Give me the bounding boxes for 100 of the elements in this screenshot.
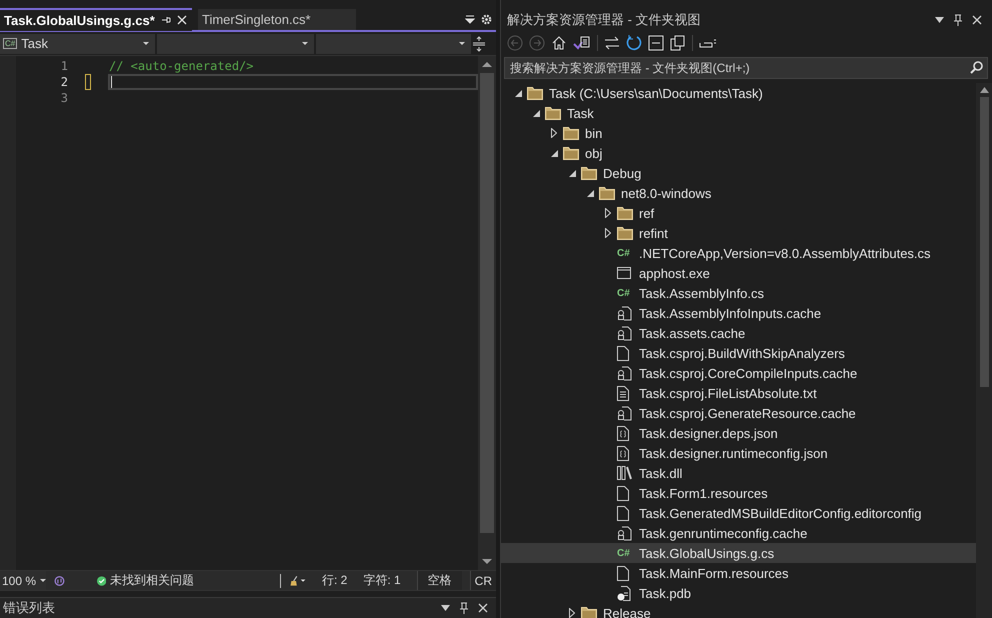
line-ending[interactable]: CR bbox=[470, 571, 496, 590]
issues-status[interactable]: 未找到相关问题 bbox=[110, 572, 194, 589]
dropdown-icon[interactable] bbox=[441, 605, 450, 611]
tree-item[interactable]: C# Task.GlobalUsings.g.cs bbox=[501, 543, 976, 563]
column-indicator[interactable]: 字符: 1 bbox=[363, 572, 401, 589]
indent-mode[interactable]: 空格 bbox=[416, 571, 462, 590]
copy-icon[interactable] bbox=[670, 35, 686, 51]
scrollbar[interactable] bbox=[478, 56, 496, 570]
collapsed-arrow-icon[interactable] bbox=[551, 128, 557, 138]
expanded-arrow-icon[interactable] bbox=[514, 90, 522, 96]
file-lock-icon bbox=[617, 406, 632, 420]
file-icon bbox=[617, 486, 629, 500]
close-icon[interactable] bbox=[478, 603, 488, 613]
file-lock-icon bbox=[617, 306, 632, 320]
properties-icon[interactable] bbox=[699, 37, 717, 49]
file-lock-icon bbox=[617, 366, 632, 380]
tree-item[interactable]: Task.MainForm.resources bbox=[501, 563, 976, 583]
json-file-icon bbox=[617, 426, 629, 440]
document-tab[interactable]: Task.GlobalUsings.g.cs* bbox=[0, 8, 192, 30]
file-lock-icon bbox=[617, 526, 632, 540]
tree-item[interactable]: Task.csproj.GenerateResource.cache bbox=[501, 403, 976, 423]
folder-icon bbox=[617, 206, 633, 220]
home-icon[interactable] bbox=[551, 35, 567, 51]
tree-item[interactable]: Task.AssemblyInfoInputs.cache bbox=[501, 303, 976, 323]
tree-item[interactable]: C# Task.AssemblyInfo.cs bbox=[501, 283, 976, 303]
tree-item[interactable]: refint bbox=[501, 223, 976, 243]
file-icon bbox=[617, 566, 629, 580]
sync-icon[interactable] bbox=[604, 36, 620, 50]
collapsed-arrow-icon[interactable] bbox=[605, 208, 611, 218]
tree-item[interactable]: Task.designer.runtimeconfig.json bbox=[501, 443, 976, 463]
panel-title: 解决方案资源管理器 - 文件夹视图 bbox=[507, 11, 701, 29]
scroll-up-icon[interactable] bbox=[482, 62, 492, 67]
settings-icon[interactable] bbox=[481, 14, 492, 24]
expanded-arrow-icon[interactable] bbox=[568, 170, 576, 176]
window-icon bbox=[617, 267, 631, 279]
split-icon[interactable] bbox=[473, 36, 485, 52]
debug-file-icon bbox=[617, 586, 632, 600]
expanded-arrow-icon[interactable] bbox=[550, 150, 558, 156]
tree-item[interactable]: net8.0-windows bbox=[501, 183, 976, 203]
line-indicator[interactable]: 行: 2 bbox=[322, 572, 348, 589]
tree-item[interactable]: Task.GeneratedMSBuildEditorConfig.editorconfig bbox=[501, 503, 976, 523]
scroll-down-icon[interactable] bbox=[482, 559, 492, 564]
collapsed-arrow-icon[interactable] bbox=[569, 608, 575, 618]
dropdown-icon[interactable] bbox=[935, 17, 944, 23]
tree-item[interactable]: Task.csproj.BuildWithSkipAnalyzers bbox=[501, 343, 976, 363]
pin-icon[interactable] bbox=[460, 602, 468, 614]
csharp-file-icon: C# bbox=[617, 288, 630, 298]
library-icon bbox=[617, 466, 632, 480]
folder-icon bbox=[599, 186, 615, 200]
document-tab[interactable]: TimerSingleton.cs* bbox=[198, 8, 356, 30]
csharp-badge: C# bbox=[3, 38, 18, 49]
csharp-file-icon: C# bbox=[617, 248, 630, 258]
tree-item[interactable]: Release bbox=[501, 603, 976, 618]
pin-icon[interactable] bbox=[160, 15, 171, 25]
pin-icon[interactable] bbox=[954, 14, 962, 26]
tree-item[interactable]: ref bbox=[501, 203, 976, 223]
line-number: 3 bbox=[60, 91, 68, 105]
folder-icon bbox=[545, 106, 561, 120]
tree-item[interactable]: Task.pdb bbox=[501, 583, 976, 603]
tree-item[interactable]: Task.csproj.CoreCompileInputs.cache bbox=[501, 363, 976, 383]
broom-icon[interactable] bbox=[288, 574, 306, 588]
tree-item[interactable]: Task.genruntimeconfig.cache bbox=[501, 523, 976, 543]
panel-title: 错误列表 bbox=[3, 599, 55, 617]
file-icon bbox=[617, 346, 629, 360]
code-comment: // <auto-generated/> bbox=[109, 59, 254, 73]
tree-item[interactable]: apphost.exe bbox=[501, 263, 976, 283]
expanded-arrow-icon[interactable] bbox=[586, 190, 594, 196]
tree-item[interactable]: Task.csproj.FileListAbsolute.txt bbox=[501, 383, 976, 403]
folder-icon bbox=[581, 166, 597, 180]
folder-icon bbox=[617, 226, 633, 240]
collapsed-arrow-icon[interactable] bbox=[605, 228, 611, 238]
search-field[interactable]: 搜索解决方案资源管理器 - 文件夹视图(Ctrl+;) bbox=[504, 57, 988, 79]
tree-item[interactable]: Task.dll bbox=[501, 463, 976, 483]
expanded-arrow-icon[interactable] bbox=[532, 110, 540, 116]
solution-view-icon[interactable] bbox=[573, 35, 591, 51]
csharp-file-icon: C# bbox=[617, 548, 630, 558]
close-icon[interactable] bbox=[972, 15, 982, 25]
tree-item[interactable]: Task.assets.cache bbox=[501, 323, 976, 343]
folder-icon bbox=[563, 126, 579, 140]
refresh-icon[interactable] bbox=[626, 35, 642, 51]
tree-item[interactable]: Task bbox=[501, 103, 976, 123]
file-icon bbox=[617, 506, 629, 520]
tree-item[interactable]: Task.designer.deps.json bbox=[501, 423, 976, 443]
file-lock-icon bbox=[617, 326, 632, 340]
tree-item[interactable]: Debug bbox=[501, 163, 976, 183]
collapse-all-icon[interactable] bbox=[648, 35, 664, 51]
tree-item[interactable]: Task.Form1.resources bbox=[501, 483, 976, 503]
scroll-up-icon[interactable] bbox=[980, 87, 988, 93]
scrollbar[interactable] bbox=[976, 83, 992, 618]
dropdown-icon[interactable] bbox=[465, 14, 475, 24]
search-icon[interactable] bbox=[970, 61, 983, 74]
close-icon[interactable] bbox=[176, 15, 187, 25]
line-number: 1 bbox=[60, 59, 68, 73]
tree-item[interactable]: obj bbox=[501, 143, 976, 163]
tree-item[interactable]: bin bbox=[501, 123, 976, 143]
tree-item[interactable]: C# .NETCoreApp,Version=v8.0.AssemblyAttributes.cs bbox=[501, 243, 976, 263]
tree-item[interactable]: Task (C:\Users\san\Documents\Task) bbox=[501, 83, 976, 103]
folder-icon bbox=[581, 606, 597, 618]
project-dropdown[interactable]: C# Task bbox=[0, 34, 155, 54]
check-circle-icon bbox=[96, 574, 106, 586]
